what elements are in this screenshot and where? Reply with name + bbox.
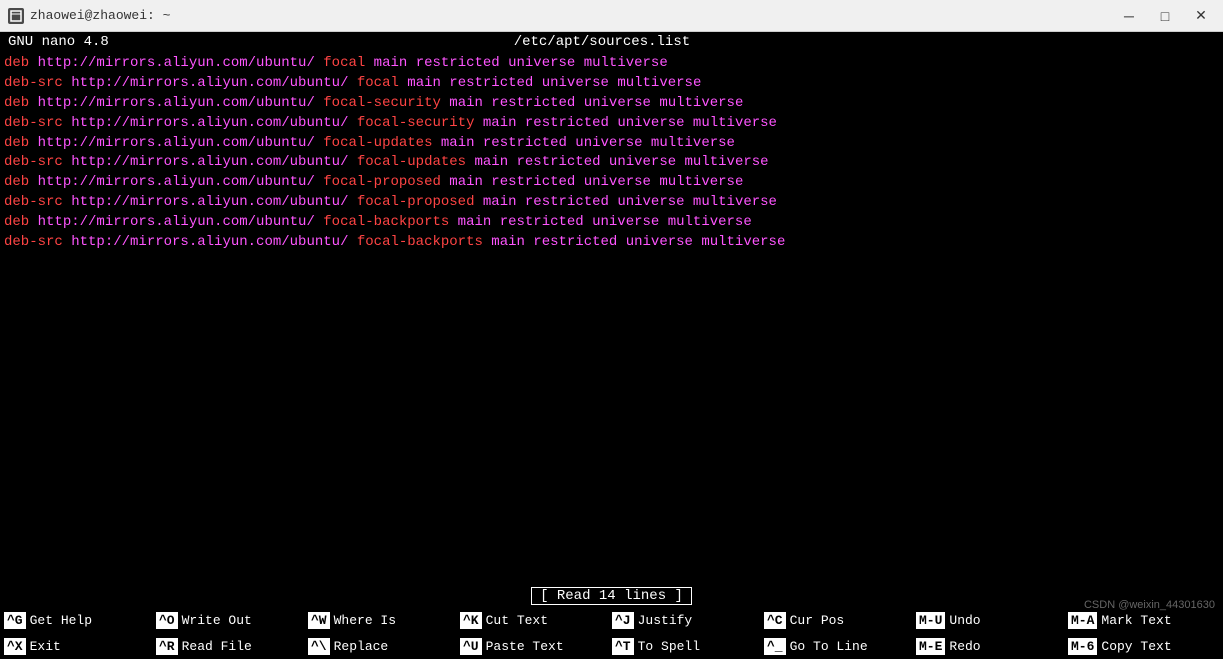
shortcut-key: ^K [460,612,482,629]
shortcut-item[interactable]: ^X Exit [0,633,152,659]
shortcut-label: Cur Pos [790,613,845,628]
shortcut-item[interactable]: ^R Read File [152,633,304,659]
window-controls: ─ □ ✕ [1115,5,1215,27]
editor-line: deb-src http://mirrors.aliyun.com/ubuntu… [4,74,1219,94]
shortcut-label: Replace [334,639,389,654]
shortcuts-row: ^G Get Help ^O Write Out ^W Where Is ^K Cut Tex… [0,607,1223,633]
shortcut-label: Redo [949,639,980,654]
nano-version: GNU nano 4.8 [8,34,109,50]
shortcut-key: M-E [916,638,945,655]
shortcut-item[interactable]: ^W Where Is [304,607,456,633]
shortcut-label: Undo [949,613,980,628]
window-icon [8,8,24,24]
shortcut-item[interactable]: M-E Redo [912,633,1064,659]
shortcut-item[interactable]: ^O Write Out [152,607,304,633]
watermark: CSDN @weixin_44301630 [1084,599,1215,611]
status-bar: [ Read 14 lines ] [0,585,1223,607]
maximize-button[interactable]: □ [1151,5,1179,27]
editor-line: deb http://mirrors.aliyun.com/ubuntu/ fo… [4,134,1219,154]
shortcuts-row: ^X Exit ^R Read File ^\ Replace ^U Paste Text ^T… [0,633,1223,659]
nano-header: GNU nano 4.8 /etc/apt/sources.list [0,32,1223,52]
shortcut-label: Copy Text [1101,639,1171,654]
shortcut-label: Read File [182,639,252,654]
editor-line: deb-src http://mirrors.aliyun.com/ubuntu… [4,233,1219,253]
shortcut-label: Write Out [182,613,252,628]
shortcut-key: ^U [460,638,482,655]
close-button[interactable]: ✕ [1187,5,1215,27]
shortcut-label: Where Is [334,613,396,628]
shortcut-key: ^X [4,638,26,655]
shortcut-key: M-U [916,612,945,629]
shortcut-item[interactable]: ^\ Replace [304,633,456,659]
shortcut-label: Get Help [30,613,92,628]
shortcut-key: ^T [612,638,634,655]
shortcut-item[interactable]: ^C Cur Pos [760,607,912,633]
shortcut-label: Exit [30,639,61,654]
shortcut-item[interactable]: ^T To Spell [608,633,760,659]
shortcut-label: Mark Text [1101,613,1171,628]
file-path: /etc/apt/sources.list [109,34,1095,50]
shortcut-key: ^O [156,612,178,629]
shortcut-item[interactable]: ^_ Go To Line [760,633,912,659]
editor-area: deb http://mirrors.aliyun.com/ubuntu/ fo… [0,52,1223,585]
shortcut-label: Paste Text [486,639,564,654]
shortcut-item[interactable]: M-6 Copy Text [1064,633,1216,659]
shortcut-item[interactable]: ^J Justify [608,607,760,633]
editor-line: deb http://mirrors.aliyun.com/ubuntu/ fo… [4,173,1219,193]
titlebar: zhaowei@zhaowei: ~ ─ □ ✕ [0,0,1223,32]
window-title: zhaowei@zhaowei: ~ [30,8,1115,23]
shortcut-key: ^G [4,612,26,629]
editor-line: deb-src http://mirrors.aliyun.com/ubuntu… [4,193,1219,213]
shortcut-key: ^C [764,612,786,629]
shortcut-label: Go To Line [790,639,868,654]
shortcut-key: ^J [612,612,634,629]
shortcut-key: M-6 [1068,638,1097,655]
status-message: [ Read 14 lines ] [531,587,692,605]
shortcut-key: ^\ [308,638,330,655]
shortcut-item[interactable]: ^U Paste Text [456,633,608,659]
shortcut-key: M-A [1068,612,1097,629]
minimize-button[interactable]: ─ [1115,5,1143,27]
editor-line: deb-src http://mirrors.aliyun.com/ubuntu… [4,114,1219,134]
editor-line: deb http://mirrors.aliyun.com/ubuntu/ fo… [4,54,1219,74]
shortcut-key: ^W [308,612,330,629]
shortcut-item[interactable]: M-U Undo [912,607,1064,633]
shortcut-label: To Spell [638,639,700,654]
editor-line: deb http://mirrors.aliyun.com/ubuntu/ fo… [4,213,1219,233]
shortcut-label: Cut Text [486,613,548,628]
shortcut-item[interactable]: ^K Cut Text [456,607,608,633]
shortcut-key: ^R [156,638,178,655]
shortcut-label: Justify [638,613,693,628]
editor-line: deb-src http://mirrors.aliyun.com/ubuntu… [4,153,1219,173]
editor-line: deb http://mirrors.aliyun.com/ubuntu/ fo… [4,94,1219,114]
shortcut-key: ^_ [764,638,786,655]
shortcuts-bar: ^G Get Help ^O Write Out ^W Where Is ^K Cut Tex… [0,607,1223,659]
shortcut-item[interactable]: ^G Get Help [0,607,152,633]
